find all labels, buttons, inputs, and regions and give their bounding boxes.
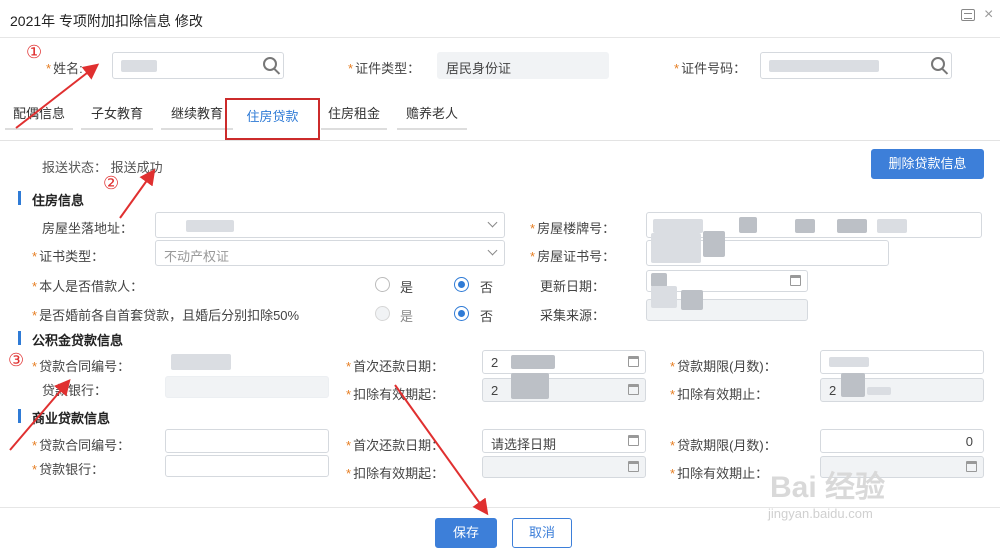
com-deduct-end-label: * 扣除有效期止： xyxy=(670,466,769,481)
window-titlebar: 2021年 专项附加扣除信息 修改 × xyxy=(0,0,1000,38)
source-field xyxy=(646,286,808,321)
calendar-icon[interactable] xyxy=(628,435,639,446)
com-contract-field[interactable] xyxy=(165,429,329,453)
fund-bank-field xyxy=(165,376,329,398)
address-select[interactable] xyxy=(155,212,505,238)
arrow-to-section xyxy=(119,168,156,219)
window-icon[interactable] xyxy=(961,9,975,21)
section-commercial-loan: 商业贷款信息 xyxy=(17,408,110,427)
name-field[interactable] xyxy=(112,52,284,79)
fund-term-field[interactable] xyxy=(820,350,984,374)
borrower-no-radio[interactable] xyxy=(454,277,469,292)
watermark-logo: Bai 经验 xyxy=(770,471,886,504)
com-deduct-start-label: * 扣除有效期起： xyxy=(346,466,445,481)
borrower-no-label: 否 xyxy=(480,280,494,295)
cert-type-label: * 证书类型： xyxy=(32,249,105,264)
annotation-3: ③ xyxy=(8,350,25,370)
watermark-url: jingyan.baidu.com xyxy=(768,506,873,521)
calendar-icon xyxy=(628,461,639,472)
chevron-down-icon xyxy=(487,245,498,256)
com-term-label: * 贷款期限(月数)： xyxy=(670,438,777,453)
cert-type-select[interactable]: 不动产权证 xyxy=(155,240,505,266)
tab-housing-loan[interactable]: 住房贷款 xyxy=(225,98,320,140)
premarital-label: * 是否婚前各自首套贷款，且婚后分别扣除50% xyxy=(32,308,300,323)
premarital-no-radio[interactable] xyxy=(454,306,469,321)
borrower-label: * 本人是否借款人： xyxy=(32,279,144,294)
fund-deduct-start-field: 2 xyxy=(482,373,646,402)
com-term-field[interactable]: 0 xyxy=(820,429,984,453)
com-bank-field[interactable] xyxy=(165,455,329,477)
borrower-yes-radio[interactable] xyxy=(375,277,390,292)
premarital-yes-label: 是 xyxy=(400,309,414,324)
com-contract-label: * 贷款合同编号： xyxy=(32,438,131,453)
cert-no-field[interactable] xyxy=(646,231,889,266)
fund-contract-field[interactable] xyxy=(165,350,329,374)
id-type-label: * 证件类型： xyxy=(348,61,421,76)
cert-no-label: * 房屋证书号： xyxy=(530,249,616,264)
chevron-down-icon xyxy=(487,217,498,228)
fund-first-repay-field[interactable]: 2 xyxy=(482,350,646,374)
com-first-repay-field[interactable]: 请选择日期 xyxy=(482,429,646,453)
calendar-icon[interactable] xyxy=(628,356,639,367)
fund-deduct-end-field: 2 xyxy=(820,373,984,402)
id-number-label: * 证件号码： xyxy=(674,61,747,76)
window-title: 2021年 专项附加扣除信息 修改 xyxy=(10,13,203,29)
tab-housing-rent[interactable]: 住房租金 xyxy=(321,102,387,130)
fund-first-repay-label: * 首次还款日期： xyxy=(346,359,445,374)
borrower-yes-label: 是 xyxy=(400,280,414,295)
fund-deduct-end-label: * 扣除有效期止： xyxy=(670,387,769,402)
tab-spouse[interactable]: 配偶信息 xyxy=(5,102,73,130)
save-button[interactable]: 保存 xyxy=(435,518,497,548)
id-number-field[interactable] xyxy=(760,52,952,79)
section-fund-loan: 公积金贷款信息 xyxy=(17,330,123,349)
address-label: 房屋坐落地址： xyxy=(42,221,134,236)
com-deduct-start-field xyxy=(482,456,646,478)
tab-elderly-support[interactable]: 赡养老人 xyxy=(397,102,467,130)
tab-divider xyxy=(0,140,1000,141)
calendar-icon xyxy=(628,384,639,395)
search-icon[interactable] xyxy=(931,57,945,71)
id-type-field: 居民身份证 xyxy=(437,52,609,79)
name-label: * 姓名: xyxy=(46,61,83,76)
tab-child-education[interactable]: 子女教育 xyxy=(81,102,153,130)
cancel-button[interactable]: 取消 xyxy=(512,518,572,548)
update-date-label: 更新日期： xyxy=(540,279,606,294)
tab-continuing-education[interactable]: 继续教育 xyxy=(161,102,233,130)
premarital-no-label: 否 xyxy=(480,309,494,324)
source-label: 采集来源： xyxy=(540,308,606,323)
fund-deduct-start-label: * 扣除有效期起： xyxy=(346,387,445,402)
calendar-icon[interactable] xyxy=(790,275,801,286)
search-icon[interactable] xyxy=(263,57,277,71)
plate-label: * 房屋楼牌号： xyxy=(530,221,616,236)
com-first-repay-label: * 首次还款日期： xyxy=(346,438,445,453)
delete-loan-button[interactable]: 删除贷款信息 xyxy=(871,149,984,179)
premarital-yes-radio[interactable] xyxy=(375,306,390,321)
fund-contract-label: * 贷款合同编号： xyxy=(32,359,131,374)
close-icon[interactable]: × xyxy=(984,6,993,24)
annotation-2: ② xyxy=(103,173,120,193)
section-house-info: 住房信息 xyxy=(17,190,84,209)
com-bank-label: * 贷款银行： xyxy=(32,462,105,477)
fund-bank-label: 贷款银行： xyxy=(42,383,108,398)
fund-term-label: * 贷款期限(月数)： xyxy=(670,359,777,374)
calendar-icon xyxy=(966,461,977,472)
annotation-1: ① xyxy=(26,42,43,62)
